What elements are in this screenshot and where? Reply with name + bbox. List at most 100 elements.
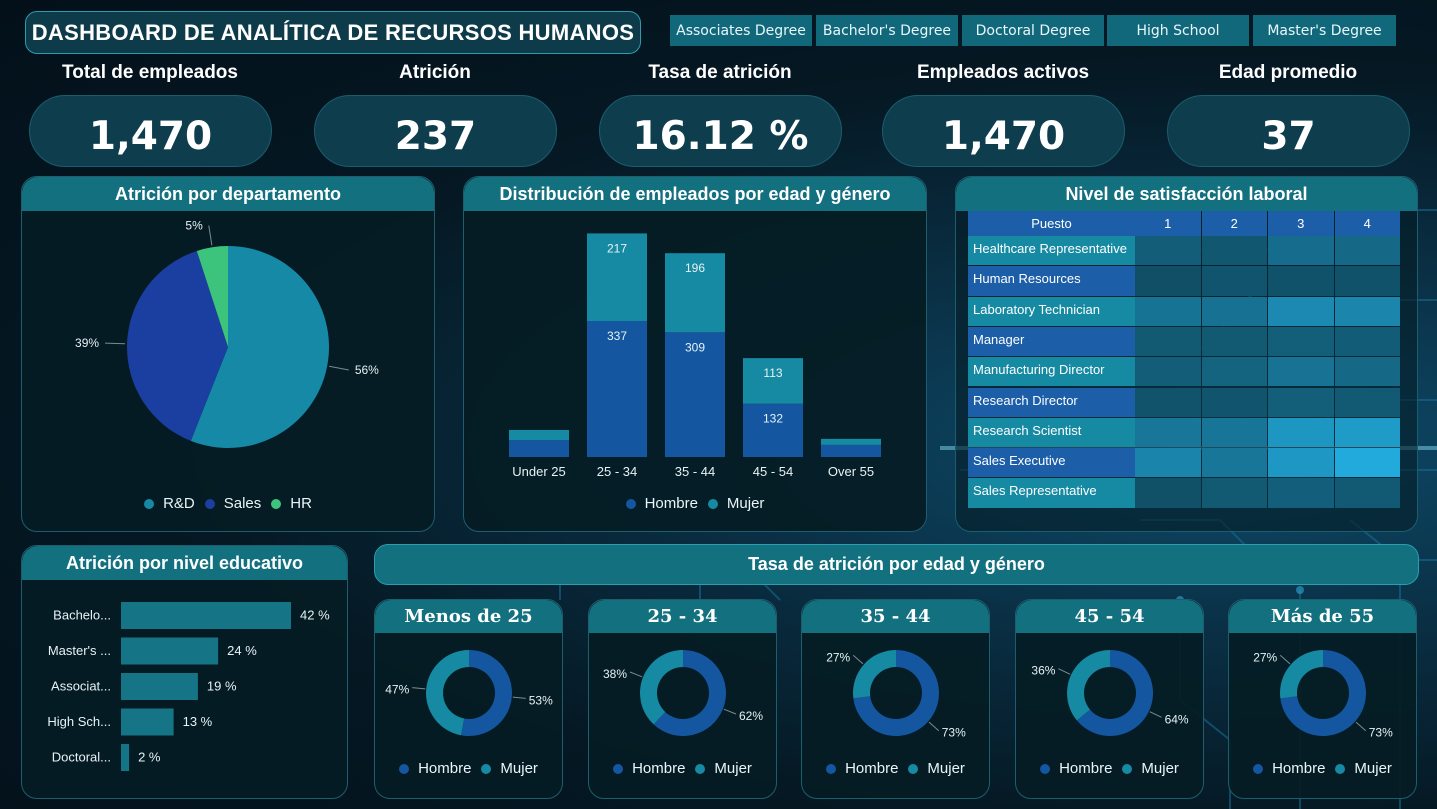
slicer-high-school[interactable]: High School [1107,15,1249,46]
education-bar[interactable] [121,637,219,665]
legend-hombre[interactable]: Hombre [845,760,898,777]
donut-chart-menos-25: 53% 47% [385,650,553,736]
heatmap-cell[interactable] [1135,296,1201,326]
heatmap-cell[interactable] [1268,357,1334,387]
heatmap-cell[interactable] [1268,448,1334,478]
heatmap-cell[interactable] [1334,357,1400,387]
age-gender-legend: Hombre Mujer [464,495,926,512]
heatmap-column-header[interactable]: 2 [1201,211,1267,236]
heatmap-cell[interactable] [1201,236,1267,266]
heatmap-cell[interactable] [1334,236,1400,266]
heatmap-cell[interactable] [1135,266,1201,296]
education-bar[interactable] [121,708,174,736]
heatmap-cell[interactable] [1268,326,1334,357]
heatmap-cell[interactable] [1334,417,1400,448]
bar-hombre[interactable] [509,440,569,457]
bar-mujer[interactable] [509,429,569,441]
donut-data-label: 73% [942,726,966,740]
education-bar[interactable] [121,744,130,771]
donut-slice-mujer[interactable] [1067,650,1110,721]
heatmap-cell[interactable] [1268,296,1334,326]
heatmap-cell[interactable] [1201,357,1267,387]
bar-data-label: 24 % [227,643,257,658]
legend-hombre[interactable]: Hombre [1272,760,1325,777]
donut-legend-45-54: Hombre Mujer [1016,760,1203,777]
legend-hr[interactable]: HR [290,495,312,512]
heatmap-cell[interactable] [1334,387,1400,417]
donut-leader-line [852,654,864,665]
heatmap-column-header[interactable]: 4 [1334,211,1400,236]
heatmap-cell[interactable] [1201,387,1267,417]
bar-mujer[interactable] [743,358,803,404]
legend-mujer-marker [1122,763,1133,774]
heatmap-cell[interactable] [1201,478,1267,508]
bar-data-label: 309 [685,340,705,354]
legend-mujer[interactable]: Mujer [727,495,765,512]
donut-slice-mujer[interactable] [426,650,469,736]
heatmap-cell[interactable] [1334,296,1400,326]
legend-hombre-marker [399,763,410,774]
satisfaction-panel: Nivel de satisfacción laboral Puesto 1 2 3 4… [955,176,1418,532]
donut-legend-25-34: Hombre Mujer [589,760,776,777]
rate-banner: Tasa de atrición por edad y género [374,544,1419,585]
legend-rd[interactable]: R&D [163,495,195,512]
heatmap-row-label: Human Resources [968,266,1135,296]
legend-hr-marker [271,498,282,509]
donut-data-label: 27% [826,650,850,664]
heatmap-column-header[interactable]: 1 [1135,211,1201,236]
donut-data-label: 73% [1369,726,1393,740]
legend-mujer[interactable]: Mujer [1354,760,1392,777]
heatmap-cell[interactable] [1201,417,1267,448]
slicer-doctoral-degree[interactable]: Doctoral Degree [962,15,1104,46]
heatmap-cell[interactable] [1268,236,1334,266]
heatmap-cell[interactable] [1201,266,1267,296]
heatmap-cell[interactable] [1201,296,1267,326]
legend-hombre[interactable]: Hombre [645,495,698,512]
heatmap-cell[interactable] [1334,326,1400,357]
heatmap-cell[interactable] [1334,478,1400,508]
legend-mujer[interactable]: Mujer [714,760,752,777]
education-bar[interactable] [121,673,198,700]
heatmap-cell[interactable] [1135,417,1201,448]
legend-hombre-marker [1040,763,1051,774]
donut-slice-mujer[interactable] [853,650,896,699]
bar-mujer[interactable] [821,438,881,445]
legend-mujer[interactable]: Mujer [500,760,538,777]
heatmap-cell[interactable] [1135,326,1201,357]
legend-hombre[interactable]: Hombre [632,760,685,777]
slicer-associates-degree[interactable]: Associates Degree [670,15,812,46]
heatmap-cell[interactable] [1268,387,1334,417]
legend-sales[interactable]: Sales [224,495,262,512]
donut-title-25-34: 25 - 34 [589,600,776,633]
heatmap-cell[interactable] [1268,417,1334,448]
legend-hombre[interactable]: Hombre [418,760,471,777]
heatmap-cell[interactable] [1135,387,1201,417]
heatmap-cell[interactable] [1135,448,1201,478]
bar-data-label: 196 [685,261,705,275]
donut-title-menos-25: Menos de 25 [375,600,562,633]
legend-hombre[interactable]: Hombre [1059,760,1112,777]
heatmap-cell[interactable] [1334,448,1400,478]
heatmap-cell[interactable] [1201,448,1267,478]
heatmap-cell[interactable] [1268,266,1334,296]
heatmap-cell[interactable] [1201,326,1267,357]
heatmap-cell[interactable] [1135,357,1201,387]
slicer-masters-degree[interactable]: Master's Degree [1253,15,1396,46]
slicer-bachelors-degree[interactable]: Bachelor's Degree [816,15,958,46]
kpi-atricion-label: Atrición [399,62,471,83]
donut-leader-line [1058,668,1071,675]
heatmap-row-label: Laboratory Technician [968,296,1135,326]
pie-data-label: 39% [75,336,99,350]
heatmap-row-label: Healthcare Representative [968,236,1135,266]
heatmap-cell[interactable] [1135,236,1201,266]
heatmap-column-header[interactable]: 3 [1268,211,1334,236]
legend-mujer[interactable]: Mujer [1141,760,1179,777]
education-bar[interactable] [121,602,291,629]
heatmap-cell[interactable] [1334,266,1400,296]
heatmap-cell[interactable] [1135,478,1201,508]
heatmap-cell[interactable] [1268,478,1334,508]
legend-mujer[interactable]: Mujer [927,760,965,777]
donut-slice-mujer[interactable] [640,650,683,725]
donut-slice-mujer[interactable] [1280,650,1323,699]
bar-hombre[interactable] [821,444,881,457]
